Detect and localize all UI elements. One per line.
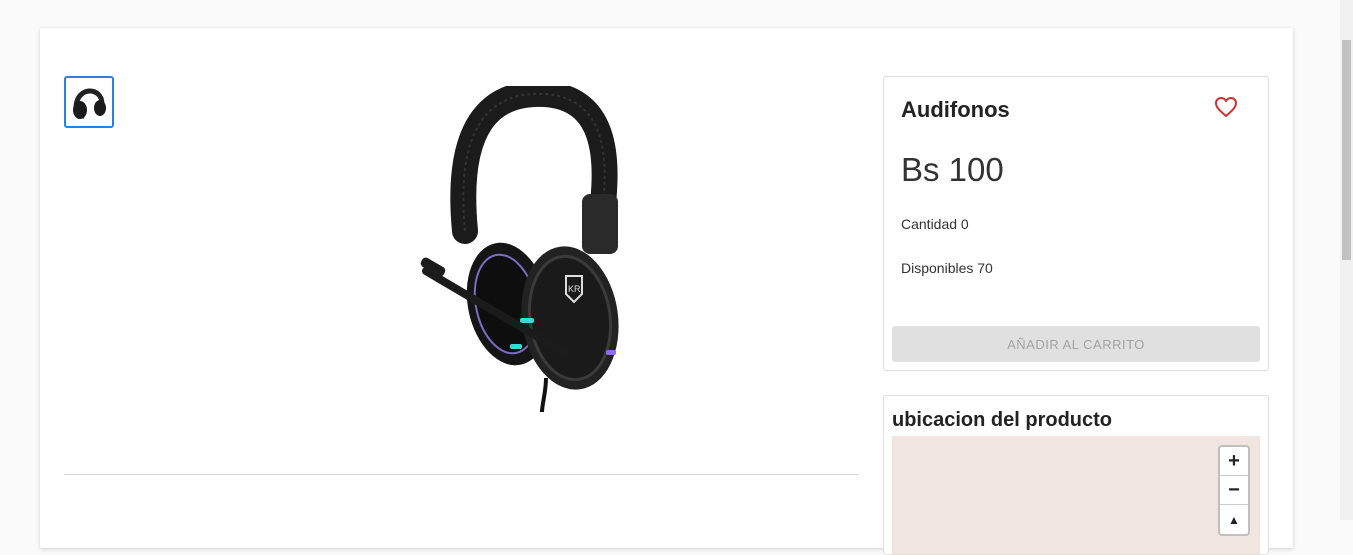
image-divider bbox=[64, 474, 859, 475]
zoom-out-button[interactable]: − bbox=[1220, 476, 1248, 505]
product-location-panel: ubicacion del producto + − ▲ bbox=[883, 395, 1269, 555]
location-title: ubicacion del producto bbox=[892, 409, 1113, 431]
product-card: KR Audifonos Bs 100 Cantidad 0 Disponibl… bbox=[40, 28, 1293, 555]
headphones-image: KR bbox=[370, 80, 630, 416]
svg-text:KR: KR bbox=[568, 284, 581, 294]
favorite-heart-icon[interactable] bbox=[1214, 95, 1238, 119]
page-scrollbar[interactable] bbox=[1340, 0, 1353, 520]
add-to-cart-button[interactable]: AÑADIR AL CARRITO bbox=[892, 326, 1260, 362]
location-map[interactable]: + − ▲ bbox=[892, 436, 1260, 554]
product-price: Bs 100 bbox=[901, 151, 1004, 188]
product-info-panel: Audifonos Bs 100 Cantidad 0 Disponibles … bbox=[883, 76, 1269, 371]
quantity-label: Cantidad 0 bbox=[901, 216, 969, 232]
available-label: Disponibles 70 bbox=[901, 260, 993, 276]
product-title: Audifonos bbox=[901, 97, 1010, 122]
zoom-in-button[interactable]: + bbox=[1220, 447, 1248, 476]
scrollbar-thumb[interactable] bbox=[1342, 40, 1351, 260]
product-thumbnail[interactable] bbox=[64, 76, 114, 128]
map-zoom-controls: + − ▲ bbox=[1218, 445, 1250, 536]
